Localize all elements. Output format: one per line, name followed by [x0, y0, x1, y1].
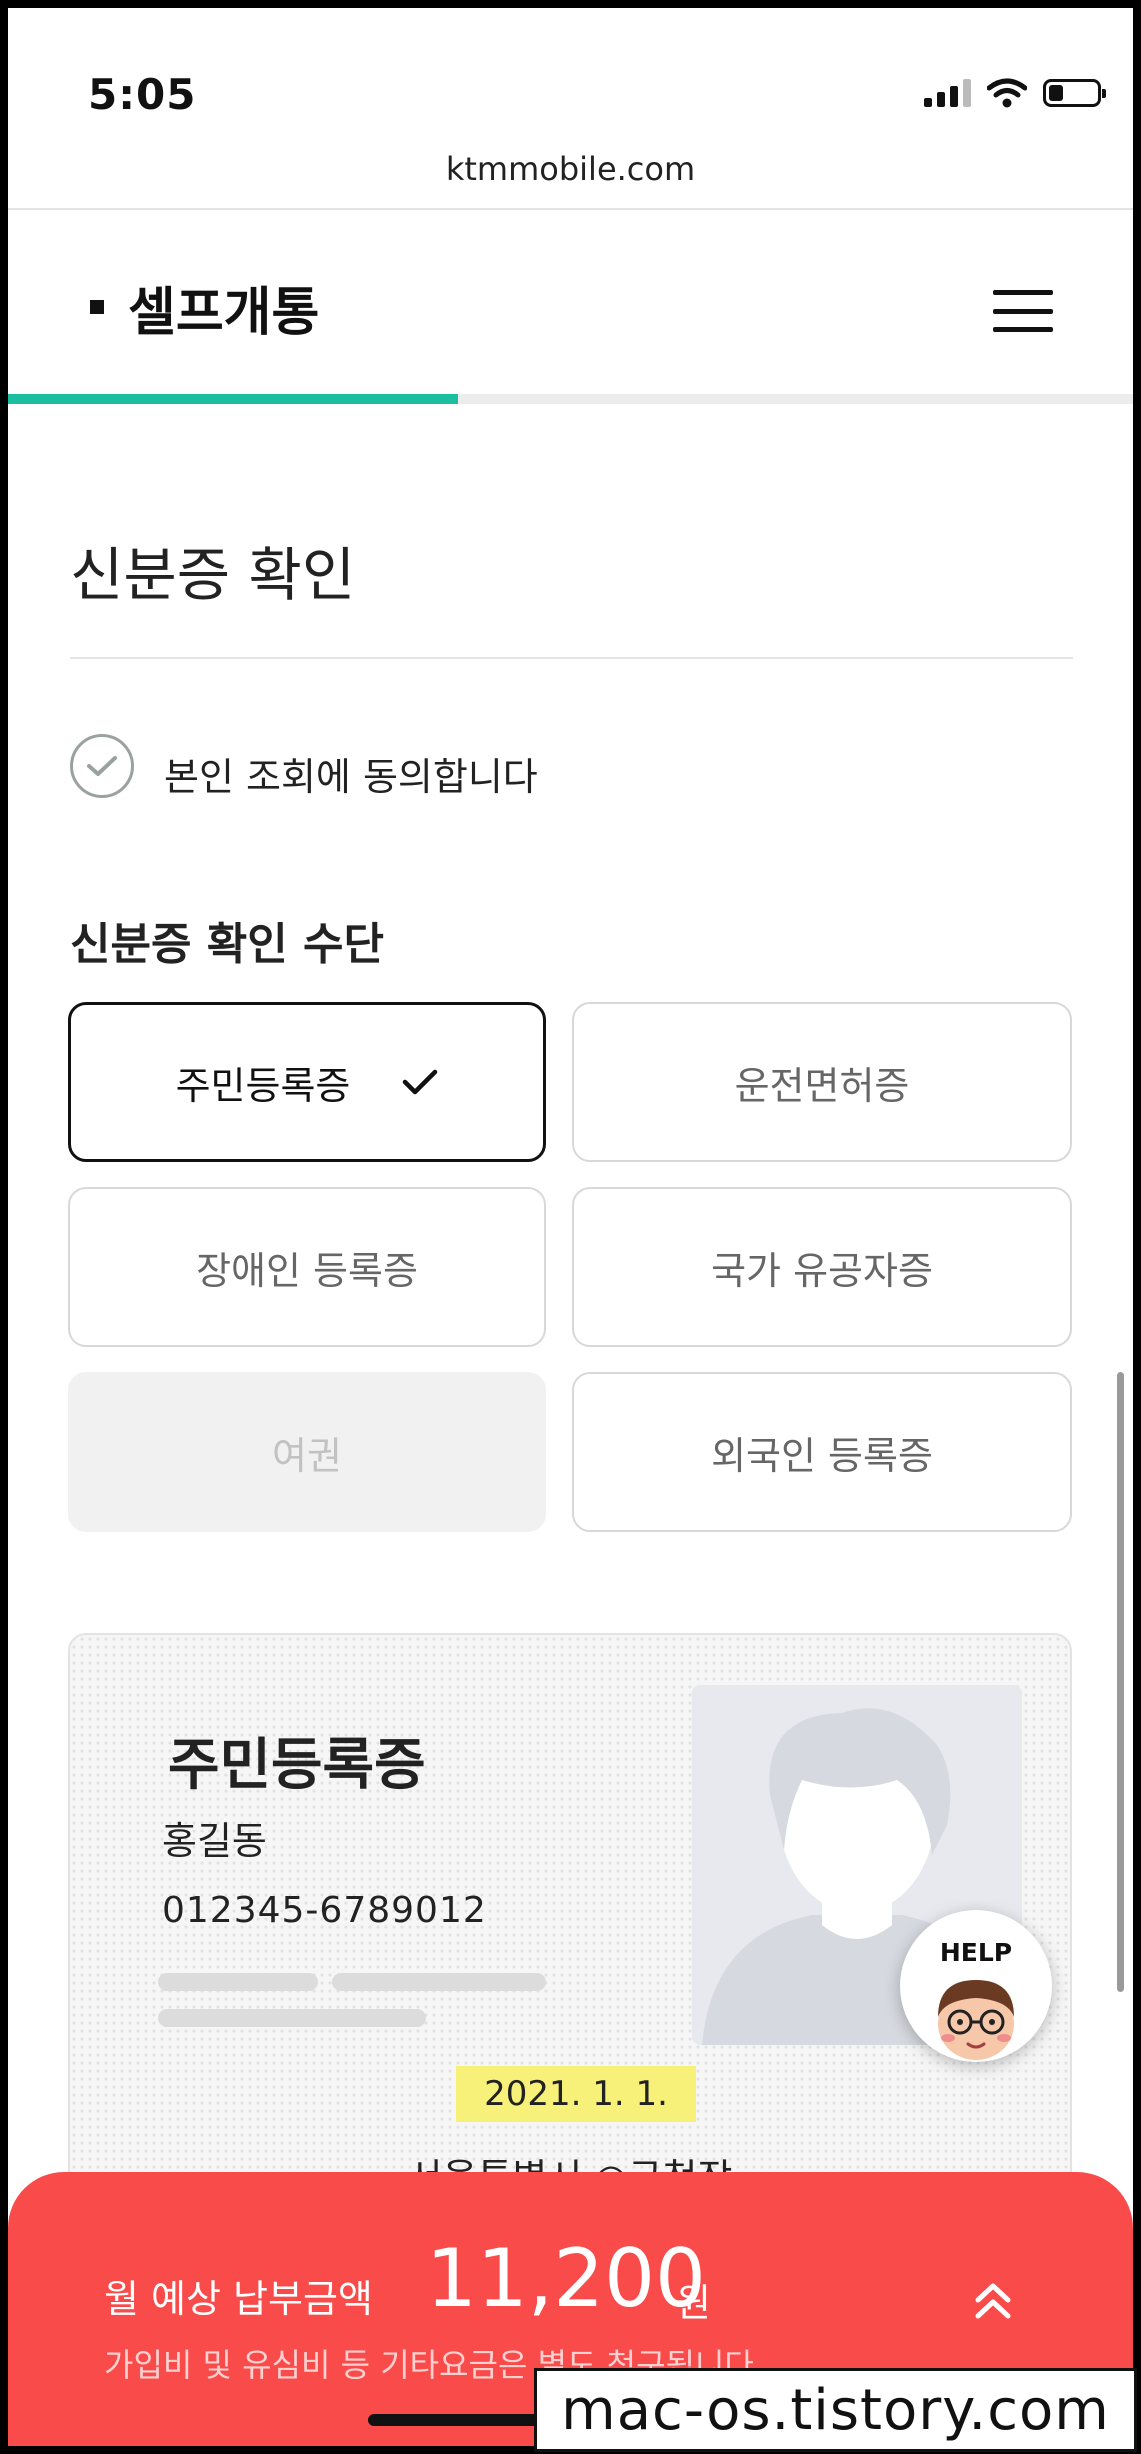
step-progress-bar: [8, 394, 1133, 404]
bullet-icon: [90, 300, 104, 314]
checkmark-icon: [403, 1069, 438, 1095]
placeholder-line: [158, 2009, 426, 2027]
expand-up-icon[interactable]: [968, 2276, 1018, 2326]
divider: [70, 657, 1073, 659]
menu-line: [993, 308, 1053, 314]
option-label: 운전면허증: [734, 1063, 910, 1108]
option-driver-license[interactable]: 운전면허증: [572, 1002, 1072, 1162]
option-label: 외국인 등록증: [711, 1433, 933, 1478]
cellular-signal-icon: [924, 79, 971, 107]
step-progress-fill: [8, 394, 458, 404]
monthly-fee-label: 월 예상 납부금액: [104, 2277, 373, 2321]
option-passport: 여권: [68, 1372, 546, 1532]
page-title: 신분증 확인: [70, 541, 356, 609]
battery-icon: [1043, 79, 1106, 107]
monthly-fee-unit: 원: [676, 2281, 711, 2325]
address-bar-url[interactable]: ktmmobile.com: [8, 150, 1133, 188]
menu-line: [993, 290, 1053, 295]
help-button[interactable]: HELP: [900, 1910, 1052, 2062]
hamburger-menu-button[interactable]: [993, 290, 1053, 332]
option-label: 장애인 등록증: [196, 1248, 418, 1293]
help-mascot-icon: [938, 1980, 1014, 2060]
issue-date: 2021. 1. 1.: [456, 2066, 696, 2122]
agree-checkbox[interactable]: [70, 734, 134, 798]
id-card-title: 주민등록증: [168, 1733, 426, 1798]
wifi-icon: [987, 78, 1027, 108]
menu-line: [993, 327, 1053, 332]
placeholder-line: [158, 1973, 318, 1991]
option-disability-card[interactable]: 장애인 등록증: [68, 1187, 546, 1347]
help-label: HELP: [939, 1938, 1013, 1967]
check-icon: [87, 756, 117, 776]
divider: [8, 208, 1133, 210]
phone-screen: 5:05 ktmmobile.com 셀프개통 신분증 확인 본인 조회에 동의…: [8, 8, 1133, 2446]
option-label: 여권: [272, 1433, 342, 1478]
id-card-name: 홍길동: [162, 1819, 267, 1863]
id-method-heading: 신분증 확인 수단: [70, 919, 384, 970]
monthly-fee-amount: 11,200: [426, 2232, 706, 2325]
status-icons: [924, 78, 1106, 108]
id-card-number: 012345-6789012: [162, 1890, 487, 1931]
option-resident-card[interactable]: 주민등록증: [68, 1002, 546, 1162]
agree-label[interactable]: 본인 조회에 동의합니다: [164, 746, 538, 801]
option-veteran-card[interactable]: 국가 유공자증: [572, 1187, 1072, 1347]
option-label: 주민등록증: [175, 1063, 351, 1108]
status-time: 5:05: [88, 70, 197, 119]
option-label: 국가 유공자증: [711, 1248, 933, 1293]
watermark: mac-os.tistory.com: [534, 2368, 1137, 2452]
scrollbar[interactable]: [1117, 1372, 1124, 1992]
placeholder-line: [332, 1973, 546, 1991]
option-foreigner-card[interactable]: 외국인 등록증: [572, 1372, 1072, 1532]
header-title: 셀프개통: [128, 283, 320, 343]
